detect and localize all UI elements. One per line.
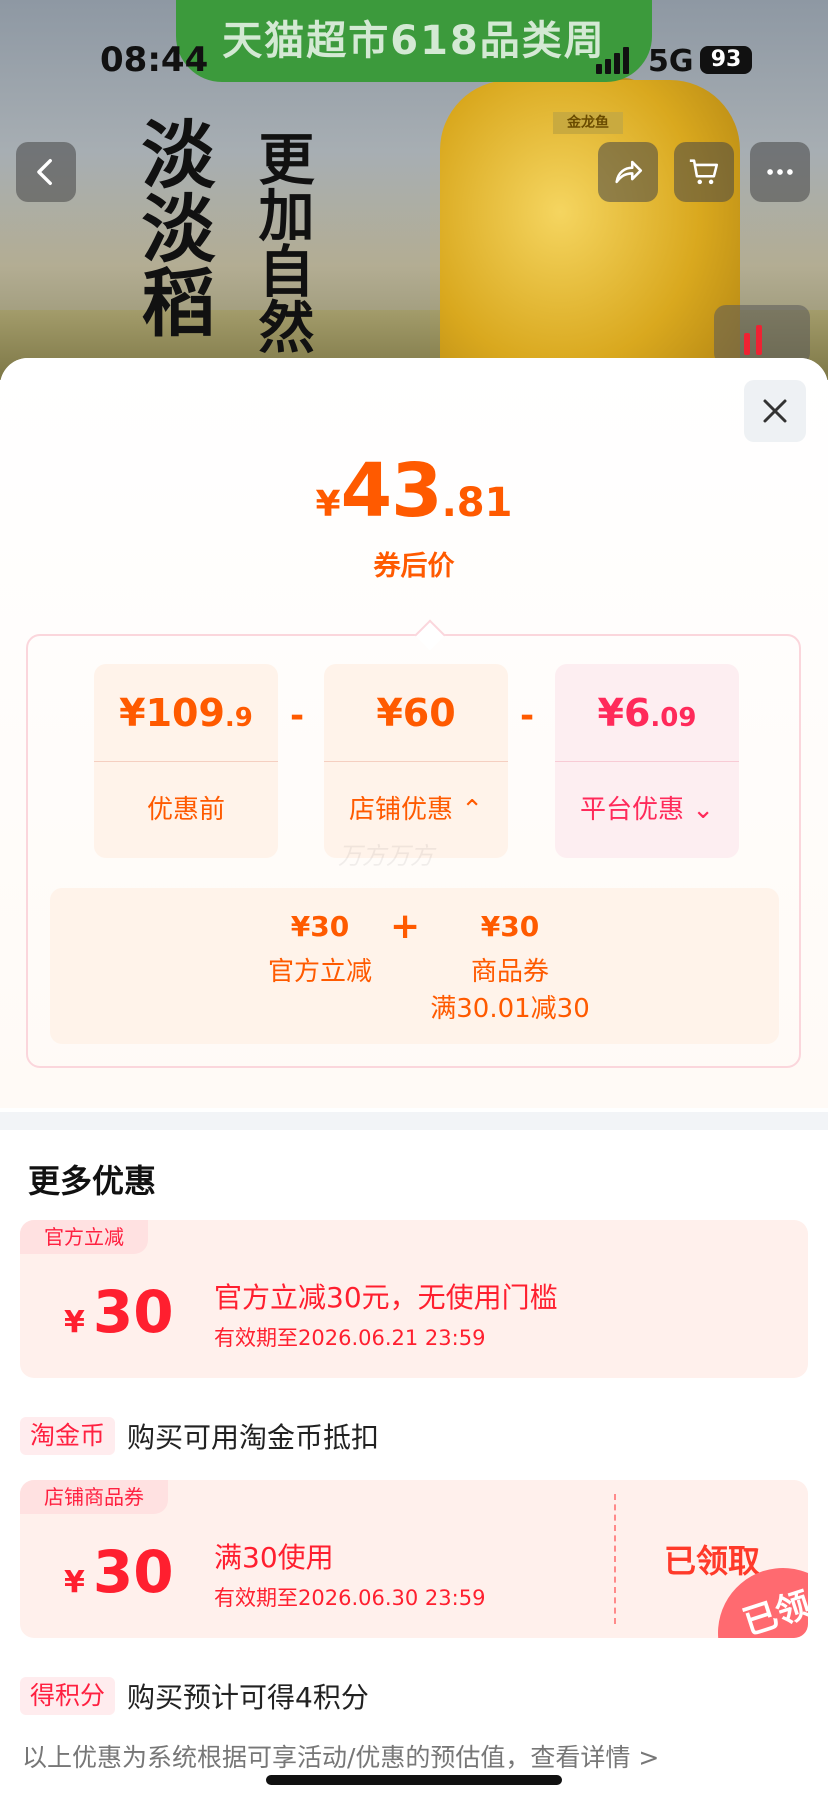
coupon-amount: ¥30 — [64, 1278, 174, 1346]
claimed-status: 已领取 — [664, 1542, 761, 1580]
cart-icon — [689, 159, 719, 185]
product-slogan-right: 更加自然 — [249, 130, 315, 354]
taojinbi-chip: 淘金币 — [20, 1417, 116, 1455]
share-icon — [615, 160, 643, 184]
platform-discount-label: 平台优惠 ⌄ — [579, 795, 715, 825]
minus-sign: - — [290, 696, 305, 736]
points-text: 购买预计可得4积分 — [127, 1681, 369, 1714]
discount-sheet: ¥43.81 券后价 ¥109.9 优惠前 - ¥60 店铺优惠 ⌃ - ¥6.… — [0, 358, 828, 1796]
coupon-title: 满30使用 — [214, 1541, 334, 1574]
detail-official-cut: ¥30 官方立减 — [240, 910, 400, 988]
more-button[interactable] — [750, 142, 810, 202]
coupon-validity: 有效期至2026.06.21 23:59 — [214, 1326, 486, 1350]
detail-product-coupon-amount: ¥30 — [480, 910, 540, 943]
signal-icon — [596, 46, 629, 74]
coupon-divider — [614, 1494, 616, 1624]
price-integer: 43 — [340, 448, 443, 534]
product-slogan-left: 淡淡稻 — [129, 116, 215, 338]
official-cut-coupon[interactable]: 官方立减 ¥30 官方立减30元，无使用门槛 有效期至2026.06.21 23… — [20, 1220, 808, 1378]
price-decimal: .81 — [441, 480, 513, 526]
network-type: 5G — [648, 44, 694, 79]
price-label: 券后价 — [373, 551, 455, 582]
final-price: ¥43.81 — [0, 448, 828, 534]
taojinbi-text: 购买可用淘金币抵扣 — [127, 1421, 380, 1454]
coupon-tag: 店铺商品券 — [20, 1480, 168, 1514]
detail-official-cut-amount: ¥30 — [290, 910, 350, 943]
watermark: 万方万方 — [338, 842, 434, 870]
platform-discount-card[interactable]: ¥6.09 平台优惠 ⌄ — [555, 664, 739, 858]
detail-product-coupon: ¥30 商品券 满30.01减30 — [390, 910, 630, 1025]
minus-sign: - — [520, 696, 535, 736]
detail-official-cut-label: 官方立减 — [267, 957, 372, 987]
platform-discount-value: ¥6.09 — [555, 664, 739, 762]
points-row: 得积分 购买预计可得4积分 — [20, 1676, 369, 1716]
bottle-label: 金龙鱼 — [553, 112, 623, 134]
original-price-label: 优惠前 — [146, 795, 225, 825]
original-price-value: ¥109.9 — [94, 664, 278, 762]
store-discount-card[interactable]: ¥60 店铺优惠 ⌃ — [324, 664, 508, 858]
points-chip: 得积分 — [20, 1677, 116, 1715]
taojinbi-row: 淘金币 购买可用淘金币抵扣 — [20, 1416, 379, 1456]
cart-button[interactable] — [674, 142, 734, 202]
status-bar: 08:44 5G 93 — [0, 0, 828, 110]
store-discount-detail: ¥30 官方立减 + ¥30 商品券 满30.01减30 — [50, 888, 779, 1044]
original-price-card: ¥109.9 优惠前 — [94, 664, 278, 858]
coupon-validity: 有效期至2026.06.30 23:59 — [214, 1586, 486, 1610]
chevron-left-icon — [37, 158, 52, 186]
coupon-amount: ¥30 — [64, 1538, 174, 1606]
share-button[interactable] — [598, 142, 658, 202]
battery-icon: 93 — [700, 46, 752, 74]
status-time: 08:44 — [100, 40, 209, 80]
close-button[interactable] — [744, 380, 806, 442]
price-symbol: ¥ — [315, 484, 341, 525]
back-button[interactable] — [16, 142, 76, 202]
price-breakdown: ¥109.9 优惠前 - ¥60 店铺优惠 ⌃ - ¥6.09 平台优惠 ⌄ 万… — [26, 619, 801, 1068]
more-discounts-title: 更多优惠 — [28, 1162, 157, 1200]
home-indicator — [266, 1775, 562, 1785]
store-product-coupon[interactable]: 店铺商品券 ¥30 满30使用 有效期至2026.06.30 23:59 已领取… — [20, 1480, 808, 1638]
detail-product-coupon-condition: 满30.01减30 — [430, 994, 590, 1024]
more-icon — [767, 169, 793, 175]
ranking-tab[interactable] — [714, 305, 810, 365]
store-discount-value: ¥60 — [324, 664, 508, 762]
coupon-title: 官方立减30元，无使用门槛 — [214, 1281, 558, 1314]
coupon-tag: 官方立减 — [20, 1220, 148, 1254]
detail-product-coupon-label: 商品券 — [470, 957, 549, 987]
view-details-link[interactable]: 以上优惠为系统根据可享活动/优惠的预估值，查看详情 > — [22, 1738, 659, 1774]
close-icon — [763, 399, 787, 423]
section-divider — [0, 1112, 828, 1130]
